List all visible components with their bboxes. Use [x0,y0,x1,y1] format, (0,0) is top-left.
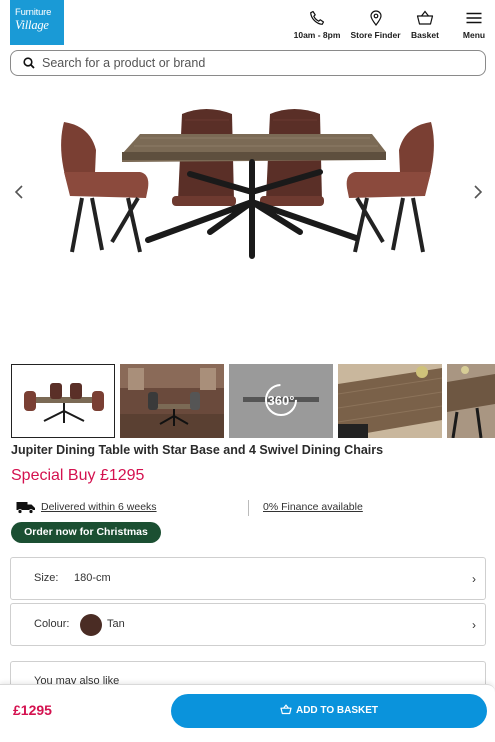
site-header: Furniture Village 10am - 8pm Store Finde… [0,0,495,50]
thumbnail-1[interactable] [11,364,115,438]
delivery-truck-icon [16,502,35,514]
colour-swatch [80,614,102,636]
dining-table [122,134,386,259]
size-label: Size: [34,572,59,584]
thumbnail-5[interactable] [447,364,495,438]
360-view-label: 360° [268,393,295,408]
store-finder-link[interactable]: Store Finder [349,10,402,44]
colour-label: Colour: [34,618,70,630]
add-to-basket-label: ADD TO BASKET [295,705,379,716]
thumbnail-360-view[interactable]: 360° [229,364,333,438]
location-pin-icon [369,10,382,26]
gallery-next-arrow [474,185,483,199]
christmas-promo-badge: Order now for Christmas [11,522,161,543]
phone-hours-link[interactable]: 10am - 8pm [292,10,342,44]
add-to-basket-button[interactable]: ADD TO BASKET [171,694,487,728]
logo-line1: Furniture [15,7,52,18]
hamburger-menu-icon [466,12,482,24]
divider [248,500,249,516]
basket-link[interactable]: Basket [409,10,441,44]
store-finder-label: Store Finder [350,30,401,40]
gallery-prev-arrow [14,185,23,199]
image-thumbnail-strip: 360° [0,364,495,439]
menu-button[interactable]: Menu [460,10,488,44]
logo-line2: Village [15,18,49,32]
phone-hours-label: 10am - 8pm [293,30,341,40]
thumbnail-2[interactable] [120,364,224,438]
finance-link[interactable]: 0% Finance available [263,501,363,513]
chevron-right-icon: › [472,618,476,632]
furniture-village-logo[interactable]: Furniture Village [10,0,64,45]
basket-icon [416,10,434,25]
size-selector[interactable]: Size: 180-cm › [10,557,486,600]
product-title: Jupiter Dining Table with Star Base and … [11,443,384,457]
size-value: 180-cm [74,572,111,584]
basket-icon [280,704,292,715]
sticky-price: £1295 [13,702,52,718]
search-placeholder: Search for a product or brand [42,56,206,70]
menu-label: Menu [462,30,486,40]
product-price: Special Buy £1295 [11,467,145,484]
phone-icon [310,10,325,25]
basket-label: Basket [411,30,439,40]
search-icon [23,57,35,69]
delivery-text: Delivered within 6 weeks [41,501,157,513]
chevron-right-icon: › [472,572,476,586]
thumbnail-4[interactable] [338,364,442,438]
search-input[interactable]: Search for a product or brand [10,50,486,76]
sticky-purchase-bar: £1295 ADD TO BASKET [0,684,495,742]
colour-selector[interactable]: Colour: Tan › [10,603,486,646]
product-main-image[interactable] [0,92,495,352]
colour-value: Tan [107,618,125,630]
